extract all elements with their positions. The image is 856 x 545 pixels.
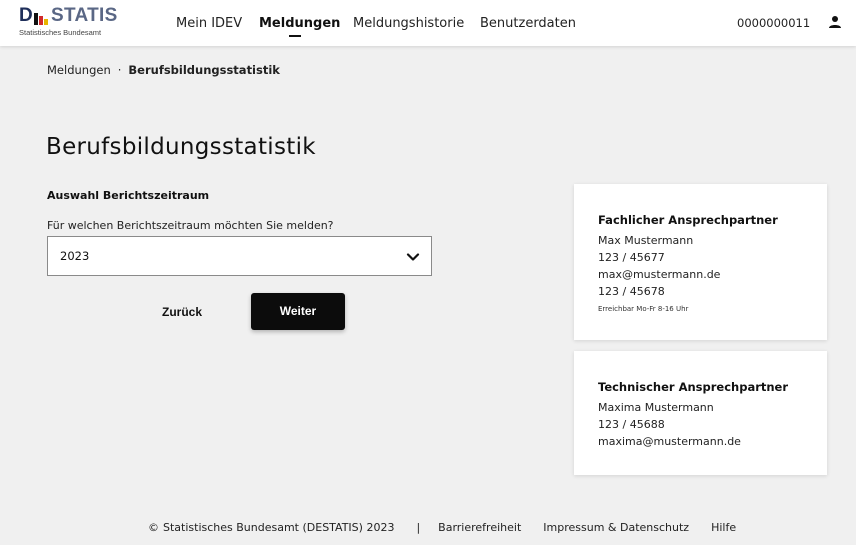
contact-card-technisch: Technischer Ansprechpartner Maxima Muste…	[574, 351, 827, 475]
contact-email[interactable]: maxima@mustermann.de	[598, 435, 741, 448]
user-id: 0000000011	[737, 16, 811, 30]
user-icon[interactable]	[828, 15, 842, 29]
nav-active-indicator	[289, 35, 301, 37]
logo-subtitle: Statistisches Bundesamt	[19, 28, 102, 37]
section-label: Auswahl Berichtszeitraum	[47, 189, 210, 202]
period-select-value: 2023	[60, 249, 90, 263]
contact-email[interactable]: max@mustermann.de	[598, 268, 720, 281]
contact-title: Fachlicher Ansprechpartner	[598, 213, 778, 227]
breadcrumb-separator: ·	[117, 63, 122, 77]
back-button[interactable]: Zurück	[152, 298, 212, 326]
logo-letter-d: D	[19, 5, 34, 26]
contact-fax: 123 / 45678	[598, 285, 665, 298]
top-header: D STATIS Statistisches Bundesamt Mein ID…	[0, 0, 856, 46]
period-field-label: Für welchen Berichtszeitraum möchten Sie…	[47, 219, 334, 232]
logo-word-statis: STATIS	[51, 5, 118, 26]
destatis-logo[interactable]: D STATIS Statistisches Bundesamt	[19, 5, 129, 39]
copyright-icon: ©	[148, 521, 159, 534]
breadcrumb-current: Berufsbildungsstatistik	[128, 63, 280, 77]
footer-link-impressum[interactable]: Impressum & Datenschutz	[543, 521, 689, 534]
contact-name: Max Mustermann	[598, 234, 694, 247]
nav-meldungen[interactable]: Meldungen	[259, 15, 340, 32]
contact-phone: 123 / 45677	[598, 251, 665, 264]
footer-link-hilfe[interactable]: Hilfe	[711, 521, 736, 534]
contact-card-fachlich: Fachlicher Ansprechpartner Max Musterman…	[574, 184, 827, 340]
footer-divider: |	[416, 521, 421, 534]
nav-meldungshistorie[interactable]: Meldungshistorie	[353, 15, 464, 32]
nav-mein-idev[interactable]: Mein IDEV	[176, 15, 242, 32]
page-title: Berufsbildungsstatistik	[46, 134, 316, 160]
breadcrumb-meldungen[interactable]: Meldungen	[47, 63, 111, 77]
footer: © Statistisches Bundesamt (DESTATIS) 2023…	[148, 521, 736, 534]
footer-link-barrierefreiheit[interactable]: Barrierefreiheit	[438, 521, 521, 534]
period-select[interactable]: 2023	[47, 236, 432, 276]
contact-phone: 123 / 45688	[598, 418, 665, 431]
next-button[interactable]: Weiter	[251, 293, 345, 330]
contact-availability: Erreichbar Mo-Fr 8-16 Uhr	[598, 305, 689, 313]
nav-benutzerdaten[interactable]: Benutzerdaten	[480, 15, 576, 32]
chevron-down-icon	[406, 253, 420, 261]
contact-title: Technischer Ansprechpartner	[598, 380, 789, 394]
contact-name: Maxima Mustermann	[598, 401, 714, 414]
logo-bars-icon	[34, 13, 49, 25]
footer-copyright: Statistisches Bundesamt (DESTATIS) 2023	[163, 521, 395, 534]
breadcrumb: Meldungen · Berufsbildungsstatistik	[47, 63, 280, 77]
